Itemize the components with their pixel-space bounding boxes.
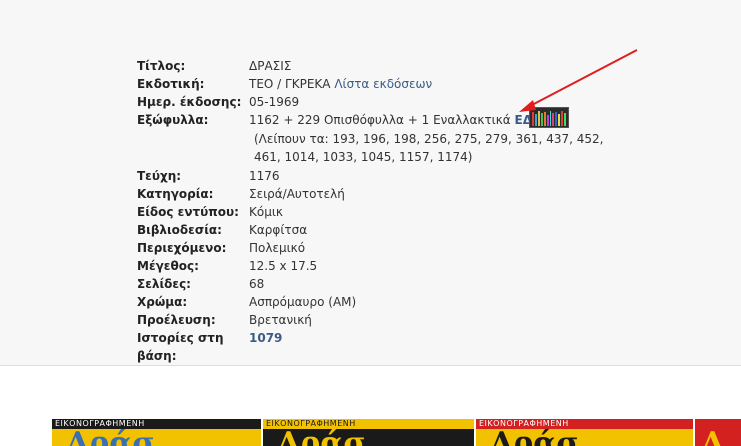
row-value: 1176 xyxy=(249,169,280,183)
row-value-wrap: ΤΕΟ / ΓΚΡΕΚΑ Λίστα εκδόσεων xyxy=(249,75,432,93)
missing-issues-line-1: (Λείπουν τα: 193, 196, 198, 256, 275, 27… xyxy=(254,132,604,146)
cover-thumbnail[interactable]: Δ xyxy=(695,419,741,446)
row-label: Περιεχόμενο: xyxy=(137,241,227,255)
row-label: Μέγεθος: xyxy=(137,259,199,273)
row-label: Εκδοτική: xyxy=(137,77,205,91)
row-label: Ημερ. έκδοσης: xyxy=(137,95,242,109)
row-label: Σελίδες: xyxy=(137,277,191,291)
row-value: Πολεμικό xyxy=(249,241,306,255)
row-label: Κατηγορία: xyxy=(137,187,214,201)
row-value: 68 xyxy=(249,277,265,291)
row-label: Τεύχη: xyxy=(137,169,182,183)
row-value: Καρφίτσα xyxy=(249,223,308,237)
publications-list-link[interactable]: Λίστα εκδόσεων xyxy=(334,77,432,91)
missing-issues-line-2: 461, 1014, 1033, 1045, 1157, 1174) xyxy=(254,150,473,164)
row-label: Ιστορίες στη xyxy=(137,331,224,345)
row-value: Κόμικ xyxy=(249,205,283,219)
cover-thumbnails-strip: ΕΙΚΟΝΟΓΡΑΦΗΜΕΝΗ Δράσ ΕΙΚΟΝΟΓΡΑΦΗΜΕΝΗ Δρά… xyxy=(52,419,741,446)
row-value: ΤΕΟ / ΓΚΡΕΚΑ xyxy=(249,77,331,91)
row-value: Βρετανική xyxy=(249,313,312,327)
row-label: Χρώμα: xyxy=(137,295,188,309)
row-value-wrap: 1079 xyxy=(249,329,282,347)
row-value: ΔΡΑΣΙΣ xyxy=(249,59,292,73)
cover-logo: Δράσ xyxy=(490,426,579,446)
row-label: Εξώφυλλα: xyxy=(137,113,209,127)
row-label: Είδος εντύπου: xyxy=(137,205,239,219)
info-panel: Τίτλος: ΔΡΑΣΙΣ Εκδοτική: ΤΕΟ / ΓΚΡΕΚΑ Λί… xyxy=(0,0,741,366)
row-value: 1162 + 229 Οπισθόφυλλα + 1 Εναλλακτικά xyxy=(249,113,511,127)
row-value-wrap: 1162 + 229 Οπισθόφυλλα + 1 Εναλλακτικά Ε… xyxy=(249,111,542,129)
bookshelf-icon[interactable] xyxy=(529,107,569,128)
stories-count-link[interactable]: 1079 xyxy=(249,331,282,345)
cover-logo: Δράσ xyxy=(66,426,155,446)
cover-thumbnail[interactable]: ΕΙΚΟΝΟΓΡΑΦΗΜΕΝΗ Δράσ xyxy=(476,419,693,446)
cover-thumbnail[interactable]: ΕΙΚΟΝΟΓΡΑΦΗΜΕΝΗ Δράσ xyxy=(263,419,474,446)
row-label: Προέλευση: xyxy=(137,313,216,327)
row-value: 12.5 x 17.5 xyxy=(249,259,318,273)
cover-logo: Δ xyxy=(701,426,725,446)
row-value: Σειρά/Αυτοτελή xyxy=(249,187,345,201)
cover-thumbnail[interactable]: ΕΙΚΟΝΟΓΡΑΦΗΜΕΝΗ Δράσ xyxy=(52,419,261,446)
row-label: Τίτλος: xyxy=(137,59,186,73)
row-label-continued: βάση: xyxy=(137,349,177,363)
cover-logo: Δράσ xyxy=(277,426,366,446)
row-value: Ασπρόμαυρο (ΑΜ) xyxy=(249,295,357,309)
row-value: 05-1969 xyxy=(249,95,300,109)
row-label: Βιβλιοδεσία: xyxy=(137,223,222,237)
